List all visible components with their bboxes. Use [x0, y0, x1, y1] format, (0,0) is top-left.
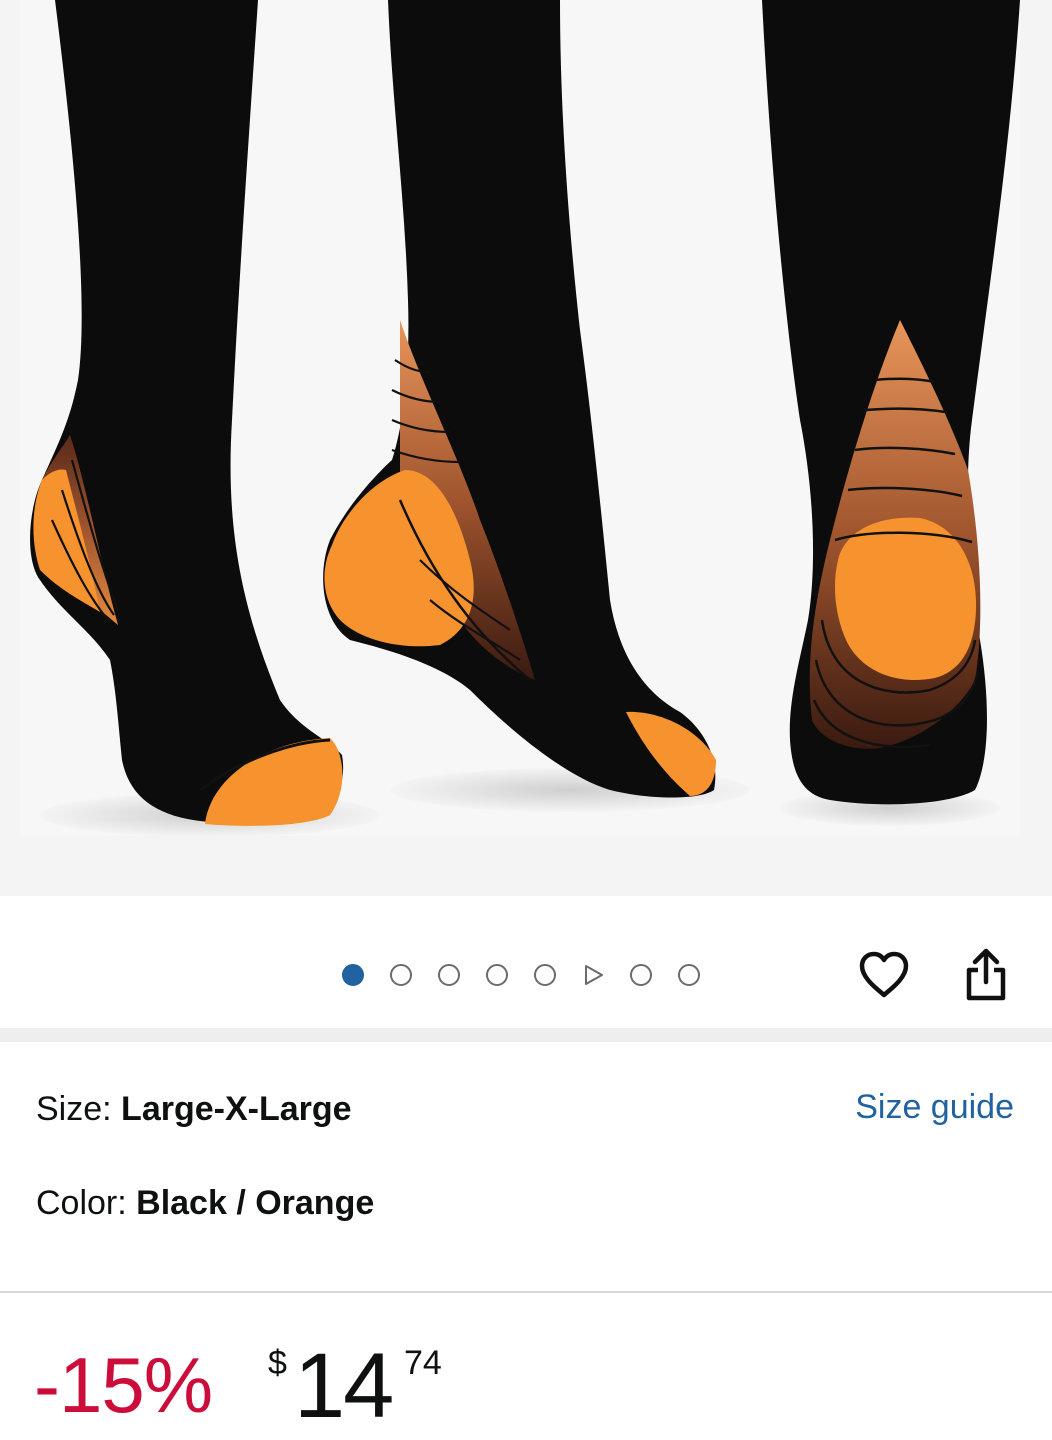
carousel-dot-3[interactable]: [438, 964, 460, 986]
size-value: Large-X-Large: [121, 1090, 352, 1128]
price-fraction: 74: [404, 1344, 442, 1382]
carousel-dot-5[interactable]: [534, 964, 556, 986]
share-button[interactable]: [958, 947, 1014, 1003]
size-guide-link[interactable]: Size guide: [855, 1088, 1014, 1127]
discount-percentage: -15%: [34, 1341, 213, 1429]
price-whole: 14: [294, 1335, 394, 1437]
size-selection: Size: Large-X-Large: [36, 1090, 352, 1129]
carousel-dot-1[interactable]: [342, 964, 364, 986]
carousel-dot-4[interactable]: [486, 964, 508, 986]
carousel-indicator[interactable]: [342, 962, 726, 988]
product-image[interactable]: [0, 0, 1052, 896]
color-value: Black / Orange: [136, 1184, 375, 1222]
color-label: Color:: [36, 1184, 137, 1222]
section-divider: [0, 1028, 1052, 1042]
heart-outline-icon: [859, 951, 909, 998]
carousel-dot-2[interactable]: [390, 964, 412, 986]
color-selection: Color: Black / Orange: [36, 1184, 374, 1223]
currency-symbol: $: [268, 1344, 287, 1382]
carousel-dot-8[interactable]: [678, 964, 700, 986]
video-play-icon[interactable]: [582, 964, 604, 986]
divider: [0, 1291, 1052, 1293]
product-detail-page: Size: Large-X-Large Size guide Color: Bl…: [0, 0, 1052, 1440]
wishlist-button[interactable]: [856, 947, 912, 1003]
carousel-dot-7[interactable]: [630, 964, 652, 986]
share-icon: [966, 948, 1006, 1001]
socks-illustration: [0, 0, 1052, 896]
size-label: Size:: [36, 1090, 122, 1128]
